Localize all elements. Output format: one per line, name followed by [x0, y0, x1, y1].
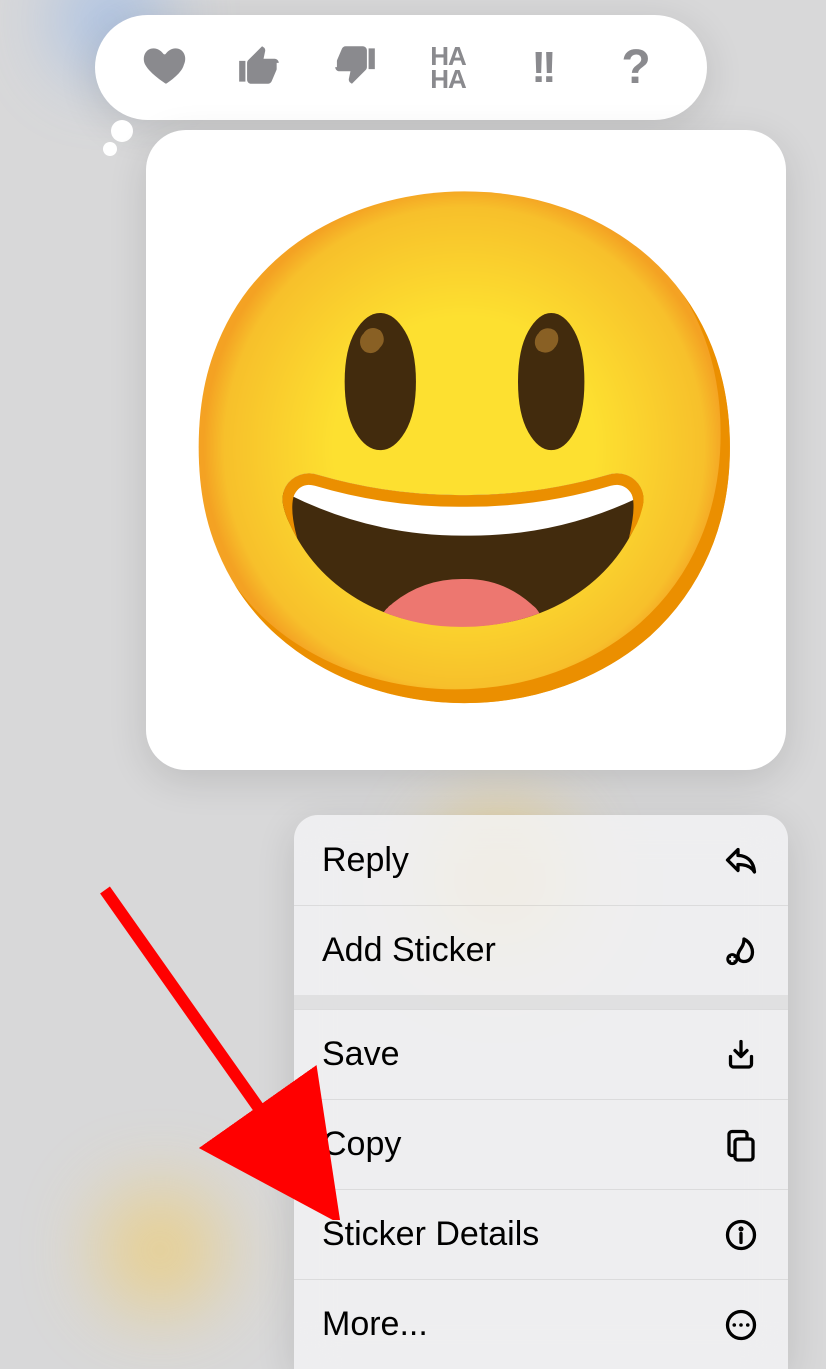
- reaction-exclaim[interactable]: !!: [507, 33, 577, 103]
- menu-label: Sticker Details: [322, 1215, 539, 1254]
- menu-label: Add Sticker: [322, 931, 496, 970]
- menu-label: More...: [322, 1305, 428, 1344]
- haha-text-bottom: HA: [430, 68, 466, 90]
- context-menu: Reply Add Sticker Save Copy Sticker Deta…: [294, 815, 788, 1369]
- haha-icon: HA HA: [430, 45, 466, 89]
- exclaim-icon: !!: [531, 43, 552, 93]
- sticker-emoji: 😃: [155, 200, 778, 700]
- menu-item-more[interactable]: More...: [294, 1279, 788, 1369]
- save-icon: [722, 1036, 760, 1074]
- background-blur: [100, 1190, 220, 1310]
- more-icon: [722, 1306, 760, 1344]
- reaction-thumbs-up[interactable]: [225, 33, 295, 103]
- menu-label: Save: [322, 1035, 400, 1074]
- heart-icon: [141, 40, 191, 95]
- sticker-preview[interactable]: 😃: [146, 130, 786, 770]
- menu-label: Copy: [322, 1125, 401, 1164]
- reply-icon: [722, 841, 760, 879]
- reaction-haha[interactable]: HA HA: [413, 33, 483, 103]
- question-icon: ?: [621, 40, 650, 95]
- reaction-question[interactable]: ?: [601, 33, 671, 103]
- menu-item-add-sticker[interactable]: Add Sticker: [294, 905, 788, 995]
- menu-label: Reply: [322, 841, 409, 880]
- reaction-thumbs-down[interactable]: [319, 33, 389, 103]
- info-icon: [722, 1216, 760, 1254]
- thumbs-up-icon: [235, 40, 285, 95]
- menu-item-sticker-details[interactable]: Sticker Details: [294, 1189, 788, 1279]
- thumbs-down-icon: [329, 40, 379, 95]
- reaction-picker: HA HA !! ?: [95, 15, 707, 120]
- menu-item-copy[interactable]: Copy: [294, 1099, 788, 1189]
- menu-item-save[interactable]: Save: [294, 1009, 788, 1099]
- add-sticker-icon: [722, 932, 760, 970]
- copy-icon: [722, 1126, 760, 1164]
- menu-item-reply[interactable]: Reply: [294, 815, 788, 905]
- menu-divider: [294, 995, 788, 1009]
- reaction-heart[interactable]: [131, 33, 201, 103]
